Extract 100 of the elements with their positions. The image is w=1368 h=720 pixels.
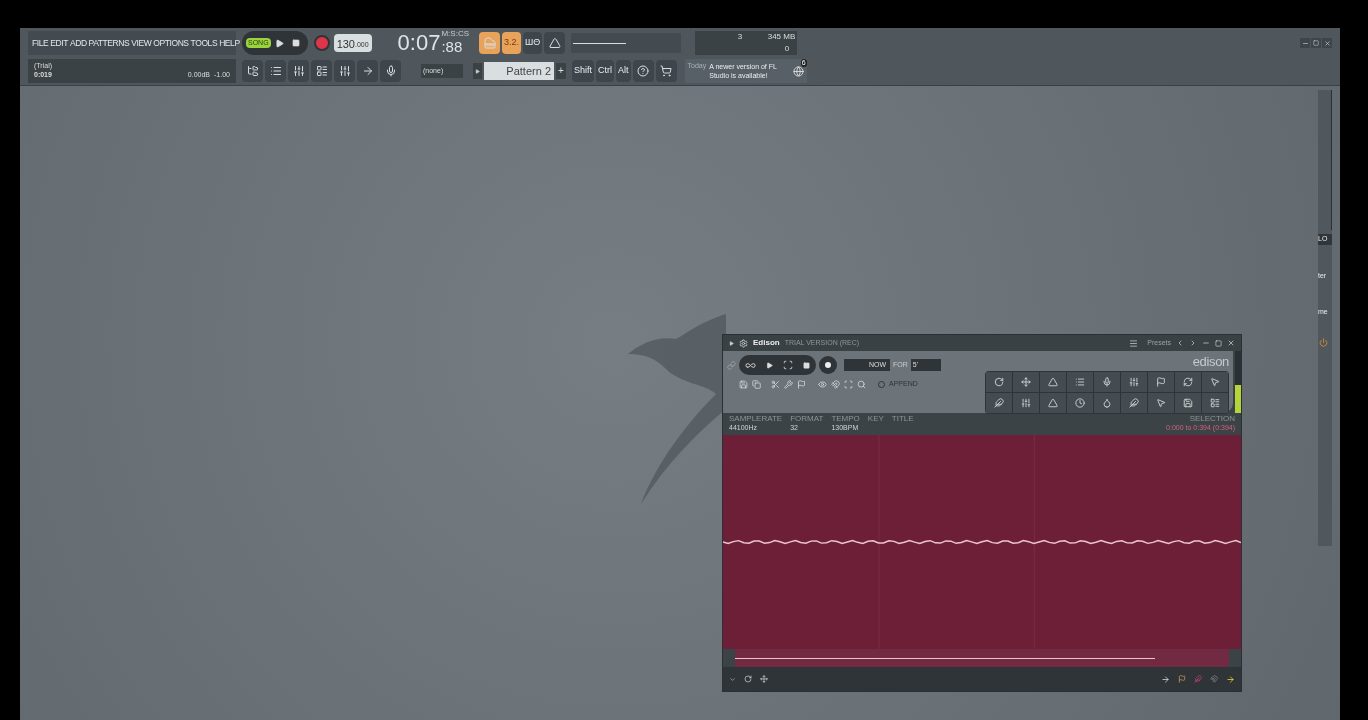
feather-icon [994, 398, 1004, 408]
clock-icon [1075, 398, 1085, 408]
minimize-button[interactable] [1300, 38, 1310, 48]
tool-button[interactable] [1040, 372, 1066, 392]
playlist-button[interactable] [311, 60, 332, 82]
maximize-button[interactable] [1311, 38, 1321, 48]
toolbar-toggle[interactable]: 3.2. [502, 32, 521, 54]
tool-button[interactable] [1094, 393, 1120, 413]
tool-button[interactable] [1067, 372, 1093, 392]
sliders-icon [1129, 377, 1139, 387]
dropdown-icon[interactable] [729, 675, 736, 683]
flag-icon [1156, 377, 1166, 387]
triangle-icon [548, 37, 561, 49]
menu-item[interactable]: OPTIONS [153, 36, 189, 50]
rotate-icon[interactable] [744, 675, 752, 683]
stop-icon[interactable] [291, 39, 300, 47]
pattern-arrow-button[interactable] [473, 63, 482, 79]
modifier-key[interactable]: Ctrl [596, 60, 614, 82]
help-button[interactable] [632, 60, 654, 82]
list-icon [315, 65, 328, 77]
piano-toggle[interactable] [479, 32, 500, 54]
maximize-icon [1313, 40, 1319, 46]
tool-button[interactable] [1121, 393, 1147, 413]
metronome-button[interactable] [544, 32, 566, 54]
info-label: SAMPLERATE [729, 414, 783, 423]
overview-scrollbar[interactable] [735, 649, 1229, 667]
globe-icon[interactable] [792, 65, 804, 77]
play-icon[interactable] [766, 361, 773, 369]
master-volume-slider[interactable] [571, 33, 682, 53]
pointer-icon [1210, 377, 1220, 387]
tool-button[interactable] [986, 393, 1012, 413]
tool-button[interactable] [1067, 393, 1093, 413]
microphone-icon [1102, 377, 1112, 387]
mixer-button[interactable] [334, 60, 355, 82]
shop-button[interactable] [655, 60, 677, 82]
menu-item[interactable]: ADD [69, 36, 87, 50]
minimize-icon[interactable] [1202, 339, 1210, 347]
tool-button[interactable] [1175, 372, 1201, 392]
modifier-key[interactable]: Alt [616, 60, 631, 82]
stop-icon[interactable] [803, 361, 810, 369]
eye-icon[interactable] [818, 379, 827, 389]
selection-icon[interactable] [844, 379, 853, 389]
modifier-key[interactable]: Shift [572, 60, 594, 82]
toolbar-toggle[interactable]: ШΘ [523, 32, 543, 54]
list-icon [1075, 377, 1085, 387]
record-button[interactable] [819, 356, 837, 374]
piano-roll-button[interactable] [288, 60, 309, 82]
add-pattern-button[interactable]: + [556, 63, 566, 79]
close-button[interactable] [1322, 38, 1332, 48]
expand-icon[interactable] [729, 340, 734, 346]
tool-button[interactable] [1040, 393, 1066, 413]
arrow-icon[interactable] [1226, 674, 1235, 684]
menu-item[interactable]: EDIT [50, 36, 68, 50]
next-icon[interactable] [1189, 339, 1197, 347]
tool-button[interactable] [1148, 393, 1174, 413]
arrow-button[interactable] [357, 60, 378, 82]
microphone-button[interactable] [380, 60, 401, 82]
tool-button[interactable] [1121, 372, 1147, 392]
move-icon[interactable] [760, 675, 768, 683]
rotate-icon [994, 377, 1004, 387]
wrench-icon[interactable] [784, 379, 793, 389]
tool-button[interactable] [1013, 372, 1039, 392]
tool-button[interactable] [1202, 372, 1228, 392]
play-icon[interactable] [274, 38, 284, 48]
polyphony-reading: 0 [783, 43, 791, 55]
info-label: KEY [867, 414, 884, 423]
close-icon[interactable] [1227, 339, 1235, 347]
previous-icon[interactable] [1176, 339, 1184, 347]
flag-icon[interactable] [797, 379, 806, 389]
time-display: 0:07 [397, 31, 441, 55]
zoom-icon[interactable] [857, 379, 866, 389]
channel-rack-button[interactable] [265, 60, 286, 82]
menu-item[interactable]: TOOLS [190, 36, 218, 50]
tool-button[interactable] [1202, 393, 1228, 413]
browser-button[interactable] [242, 60, 263, 82]
maximize-icon[interactable] [1215, 339, 1222, 347]
tool-button[interactable] [1013, 393, 1039, 413]
cut-icon[interactable] [771, 379, 780, 389]
pen-icon[interactable] [1194, 675, 1202, 683]
tool-button[interactable] [1175, 393, 1201, 413]
tool-button[interactable] [986, 372, 1012, 392]
refresh-icon [1183, 377, 1193, 387]
window-title: Edison [753, 337, 780, 349]
tool-button[interactable] [1148, 372, 1174, 392]
power-icon[interactable] [1319, 337, 1328, 347]
copy-icon[interactable] [752, 379, 761, 389]
tool-button[interactable] [1094, 372, 1120, 392]
sliders-icon [292, 65, 305, 77]
pattern-selector[interactable]: Pattern 2 [484, 62, 554, 80]
menu-item[interactable]: FILE [32, 36, 49, 50]
settings-icon[interactable] [739, 338, 748, 348]
menu-icon[interactable] [1129, 338, 1139, 348]
menu-item[interactable]: PATTERNS [88, 36, 130, 50]
info-label: SELECTION [1189, 414, 1235, 423]
flag-icon[interactable] [1178, 675, 1186, 683]
arrow-icon[interactable] [1161, 674, 1170, 684]
menu-item[interactable]: VIEW [131, 36, 152, 50]
save-icon[interactable] [739, 379, 748, 389]
sliders-icon [1021, 398, 1031, 408]
menu-item[interactable]: HELP [219, 36, 240, 50]
